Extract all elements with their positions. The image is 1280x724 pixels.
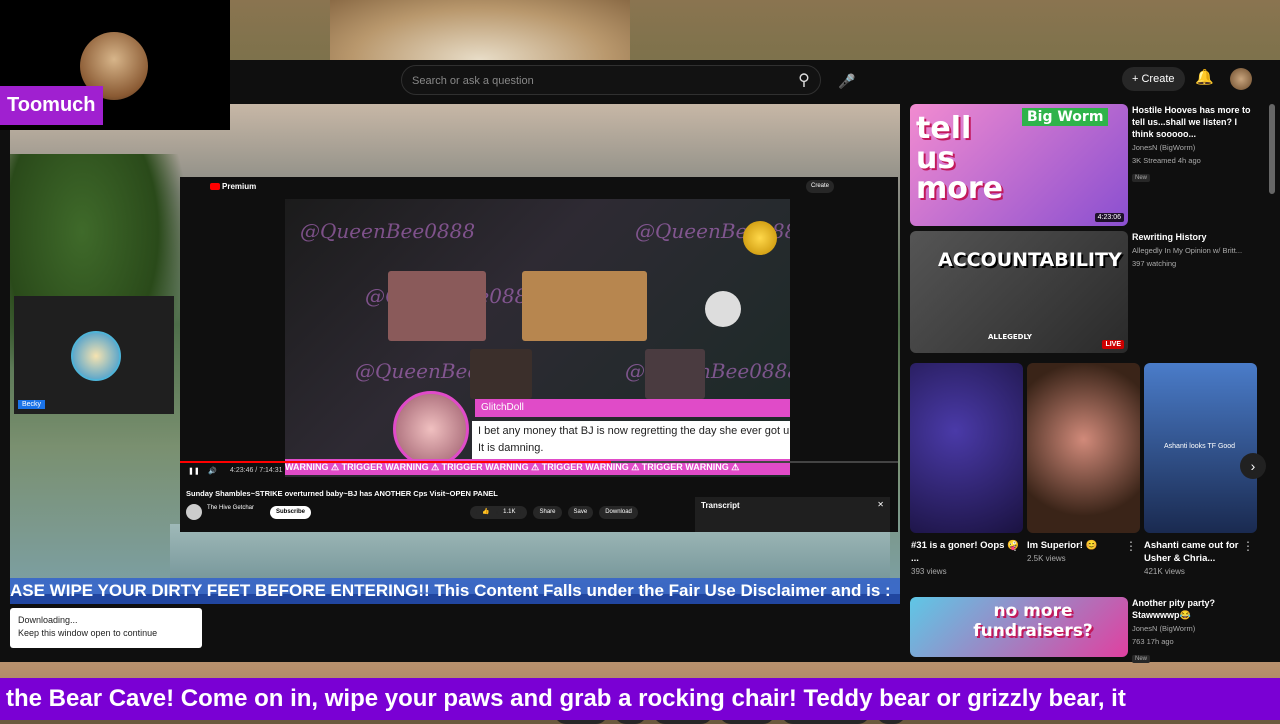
- thumbnail-subtext: Big Worm: [1022, 108, 1109, 126]
- new-badge: New: [1132, 174, 1151, 182]
- transcript-panel: Transcript ✕: [695, 497, 890, 532]
- nested-download-button: Download: [599, 506, 638, 519]
- panel-participant-tile: [645, 349, 705, 399]
- short-views: 421K views: [1144, 567, 1185, 576]
- video-thumbnail[interactable]: ACCOUNTABILITY ALLEGEDLY LIVE: [910, 231, 1128, 353]
- guest-avatar: [71, 331, 121, 381]
- guest-name-tag: Becky: [18, 400, 46, 409]
- nested-channel-name: The Hive Getchar: [207, 505, 255, 511]
- recommended-video[interactable]: ACCOUNTABILITY ALLEGEDLY LIVE Rewriting …: [910, 231, 1260, 353]
- close-icon: ✕: [877, 500, 884, 509]
- nested-create-button: Create: [806, 180, 835, 193]
- more-icon[interactable]: ⋮: [1009, 539, 1021, 553]
- youtube-logo-icon: [210, 183, 220, 191]
- video-title[interactable]: Rewriting History: [1132, 231, 1260, 243]
- search-icon[interactable]: ⚲: [790, 67, 818, 95]
- panel-participant-tile: [388, 271, 486, 341]
- scrollbar[interactable]: [1269, 104, 1275, 194]
- video-title[interactable]: Hostile Hooves has more to tell us...sha…: [1132, 104, 1260, 140]
- nested-topbar: Premium Create: [180, 177, 898, 197]
- short-meta: Ashanti came out for Usher & Chria... 42…: [1144, 539, 1254, 576]
- bear-background-figure: [330, 0, 630, 60]
- nested-video: @QueenBee0888 @QueenBee0888 @QueenBee088…: [285, 199, 790, 477]
- short-overlay-text: Ashanti looks TF Good: [1164, 443, 1236, 450]
- live-badge: LIVE: [1102, 340, 1124, 349]
- create-label: Create: [1141, 73, 1175, 85]
- streamer-name-tag: Toomuch: [0, 86, 103, 125]
- more-icon[interactable]: ⋮: [1242, 539, 1254, 553]
- thumbnail-subtext: ALLEGEDLY: [988, 333, 1032, 341]
- channel-name[interactable]: JonesN (BigWorm): [1132, 142, 1260, 153]
- shorts-shelf: Ashanti looks TF Good #31 is a goner! Oo…: [910, 363, 1260, 593]
- thumbnail-text: tell us more: [916, 111, 1004, 206]
- video-title[interactable]: Another pity party? Stawwwwp😂: [1132, 597, 1260, 621]
- channel-name[interactable]: Allegedly In My Opinion w/ Britt...: [1132, 245, 1260, 256]
- youtube-premium-logo: Premium: [210, 182, 256, 191]
- download-progress-popup: Downloading... Keep this window open to …: [10, 608, 202, 648]
- video-meta: Hostile Hooves has more to tell us...sha…: [1132, 104, 1260, 184]
- guest-webcam-box: Becky: [14, 296, 174, 414]
- duration-badge: 4:23:06: [1094, 213, 1124, 222]
- logo-text: Premium: [222, 182, 257, 191]
- nested-channel-avatar: [186, 504, 202, 520]
- time-display: 4:23:46 / 7:14:31: [230, 467, 283, 474]
- microphone-icon[interactable]: 🎤: [836, 67, 858, 95]
- progress-fill: [180, 461, 611, 463]
- channel-name[interactable]: JonesN (BigWorm): [1132, 623, 1260, 634]
- short-meta: Im Superior! 😊 2.5K views ⋮: [1027, 539, 1137, 563]
- chat-avatar: [393, 391, 469, 467]
- nested-like-button: 👍 1.1K: [470, 506, 528, 519]
- panel-participant-tile: [470, 349, 532, 399]
- video-thumbnail[interactable]: no more fundraisers?: [910, 597, 1128, 657]
- short-thumbnail[interactable]: [910, 363, 1023, 533]
- welcome-ticker: the Bear Cave! Come on in, wipe your paw…: [0, 678, 1280, 720]
- video-thumbnail[interactable]: tell us more Big Worm 4:23:06: [910, 104, 1128, 226]
- short-thumbnail[interactable]: Ashanti looks TF Good: [1144, 363, 1257, 533]
- video-stats: 397 watching: [1132, 259, 1177, 268]
- nested-like-count: 1.1K: [497, 509, 522, 515]
- nested-save-button: Save: [567, 506, 594, 519]
- thumbs-up-icon: 👍: [476, 509, 498, 515]
- bee-icon: [743, 221, 777, 255]
- video-stats: 3K Streamed 4h ago: [1132, 156, 1201, 165]
- nested-subscribe-button: Subscribe: [270, 506, 312, 519]
- short-title[interactable]: #31 is a goner! Oops 🤪 ...: [911, 539, 1019, 565]
- video-meta: Another pity party? Stawwwwp😂 JonesN (Bi…: [1132, 597, 1260, 665]
- nested-youtube-screen: Premium Create @QueenBee0888 @QueenBee08…: [180, 177, 898, 532]
- create-button[interactable]: + Create: [1122, 67, 1185, 91]
- panel-participant-tile: [522, 271, 647, 341]
- nested-controls: ❚❚ 🔊 4:23:46 / 7:14:31: [180, 465, 898, 479]
- download-hint: Keep this window open to continue: [18, 628, 158, 638]
- short-meta: #31 is a goner! Oops 🤪 ... 393 views ⋮: [911, 539, 1021, 576]
- account-avatar[interactable]: [1230, 68, 1252, 90]
- thumbnail-text: no more fundraisers?: [973, 601, 1093, 641]
- short-title[interactable]: Im Superior! 😊: [1027, 539, 1135, 552]
- nested-progress-bar: [180, 461, 898, 463]
- nested-action-bar: 👍 1.1K Share Save Download: [470, 506, 638, 519]
- short-title[interactable]: Ashanti came out for Usher & Chria...: [1144, 539, 1252, 565]
- nested-video-title: Sunday Shambles~STRIKE overturned baby~B…: [186, 489, 498, 498]
- video-meta: Rewriting History Allegedly In My Opinio…: [1132, 231, 1260, 269]
- recommended-video[interactable]: tell us more Big Worm 4:23:06 Hostile Ho…: [910, 104, 1260, 226]
- pause-icon: ❚❚: [188, 468, 200, 475]
- chevron-right-icon[interactable]: ›: [1240, 453, 1266, 479]
- bell-icon[interactable]: 🔔: [1195, 68, 1214, 86]
- watermark: @QueenBee0888: [300, 219, 476, 243]
- video-stats: 763 17h ago: [1132, 637, 1174, 646]
- transcript-label: Transcript: [701, 501, 740, 510]
- short-views: 393 views: [911, 567, 947, 576]
- chat-message: I bet any money that BJ is now regrettin…: [472, 421, 790, 461]
- disclaimer-ticker: ASE WIPE YOUR DIRTY FEET BEFORE ENTERING…: [10, 578, 900, 604]
- search-input[interactable]: Search or ask a question: [401, 65, 821, 95]
- thumbnail-text: ACCOUNTABILITY: [938, 249, 1122, 271]
- more-icon[interactable]: ⋮: [1125, 539, 1137, 553]
- new-badge: New: [1132, 655, 1151, 663]
- short-thumbnail[interactable]: [1027, 363, 1140, 533]
- short-views: 2.5K views: [1027, 554, 1066, 563]
- chat-username: GlitchDoll: [475, 399, 790, 417]
- download-status: Downloading...: [18, 615, 78, 625]
- user-placeholder-icon: [705, 291, 741, 327]
- volume-icon: 🔊: [208, 468, 217, 475]
- nested-share-button: Share: [533, 506, 562, 519]
